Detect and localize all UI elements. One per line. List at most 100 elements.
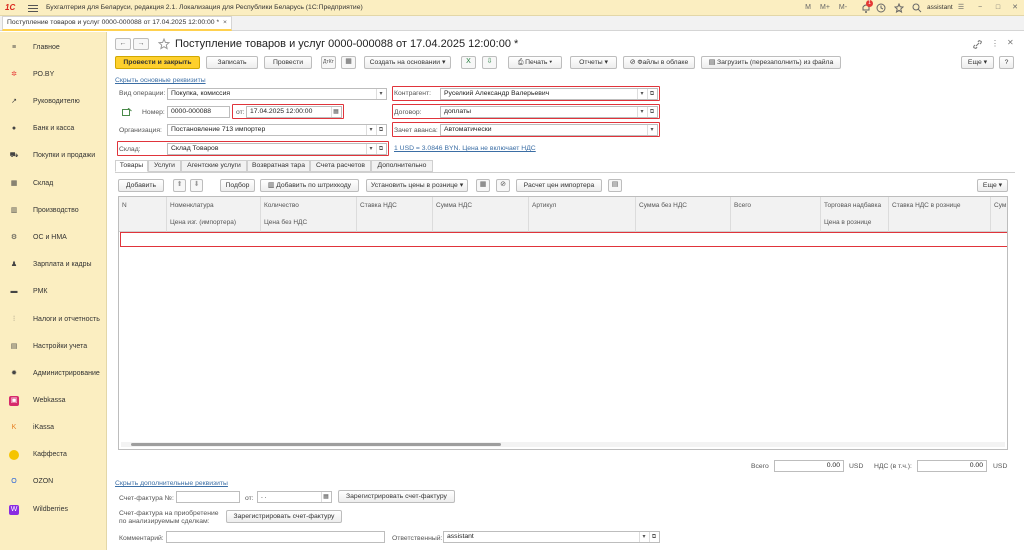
- table-settings-icon[interactable]: ▤: [608, 179, 622, 192]
- number-input[interactable]: 0000-000088: [167, 106, 230, 118]
- sidebar-item-manager[interactable]: ↗ Руководителю: [0, 95, 107, 109]
- history-icon[interactable]: [876, 3, 886, 13]
- pick-button[interactable]: Подбор: [220, 179, 255, 192]
- sidebar-item-payroll[interactable]: ♟ Зарплата и кадры: [0, 258, 107, 272]
- open-icon[interactable]: ⧉: [376, 125, 385, 135]
- calendar-icon[interactable]: ▦: [321, 492, 330, 502]
- add-row-button[interactable]: Добавить: [118, 179, 164, 192]
- post-and-close-button[interactable]: Провести и закрыть: [115, 56, 200, 69]
- set-retail-prices-button[interactable]: Установить цены в рознице ▾: [366, 179, 468, 192]
- tab-returnable-containers[interactable]: Возвратная тара: [247, 160, 310, 172]
- favorite-star-icon[interactable]: [158, 38, 170, 50]
- sidebar-item-taxes[interactable]: ⫶ Налоги и отчетность: [0, 313, 107, 327]
- column-header[interactable]: N: [119, 197, 167, 232]
- dt-kt-icon[interactable]: ДтКт: [321, 56, 336, 69]
- load-from-file-button[interactable]: ▤ Загрузить (перезаполнить) из файла: [701, 56, 841, 69]
- link-icon[interactable]: [973, 40, 982, 49]
- hide-main-details-link[interactable]: Скрыть основные реквизиты: [115, 76, 206, 85]
- close-window-button[interactable]: ✕: [1009, 2, 1021, 14]
- tab-agent-services[interactable]: Агентские услуги: [181, 160, 247, 172]
- grid-more-button[interactable]: Еще ▾: [977, 179, 1008, 192]
- open-icon[interactable]: ⧉: [649, 532, 658, 542]
- column-header[interactable]: Торговая надбавка Цена в рознице: [821, 197, 889, 232]
- more-actions-icon[interactable]: ⋮: [991, 39, 999, 48]
- register-purchase-invoice-button[interactable]: Зарегистрировать счет-фактуру: [226, 510, 342, 523]
- sidebar-item-accounting-settings[interactable]: ▤ Настройки учета: [0, 340, 107, 354]
- structure-icon[interactable]: ▦: [341, 56, 356, 69]
- memory-minus-button[interactable]: M-: [836, 2, 850, 14]
- column-header[interactable]: Ставка НДС: [357, 197, 433, 232]
- help-button[interactable]: ?: [999, 56, 1014, 69]
- goods-table[interactable]: N Номенклатура Цена изг. (импортера) Количе…: [118, 196, 1008, 450]
- post-button[interactable]: Провести: [264, 56, 312, 69]
- tab-settlement-accounts[interactable]: Счета расчетов: [310, 160, 371, 172]
- close-tab-icon[interactable]: ×: [223, 17, 227, 29]
- move-down-icon[interactable]: ⬇: [190, 179, 203, 192]
- attach-icon[interactable]: ⊘: [496, 179, 510, 192]
- column-header[interactable]: Всего: [731, 197, 821, 232]
- invoice-date-input[interactable]: . . ▦: [257, 491, 332, 503]
- column-header[interactable]: Количество Цена без НДС: [261, 197, 357, 232]
- importer-prices-button[interactable]: Расчет цен импортера: [516, 179, 602, 192]
- sidebar-item-wildberries[interactable]: W Wildberries: [0, 503, 107, 517]
- add-by-barcode-button[interactable]: ▥ Добавить по штрихкоду: [260, 179, 359, 192]
- memory-plus-button[interactable]: M+: [818, 2, 832, 14]
- horizontal-scrollbar[interactable]: [121, 442, 1005, 447]
- sidebar-item-purchases-sales[interactable]: ⛟ Покупки и продажи: [0, 149, 107, 163]
- invoice-number-input[interactable]: [176, 491, 240, 503]
- current-user[interactable]: assistant: [927, 4, 953, 11]
- register-invoice-button[interactable]: Зарегистрировать счет-фактуру: [338, 490, 455, 503]
- sidebar-item-administration[interactable]: ✹ Администрирование: [0, 367, 107, 381]
- close-form-icon[interactable]: ✕: [1007, 38, 1014, 47]
- column-header[interactable]: Ставка НДС в рознице: [889, 197, 991, 232]
- responsible-select[interactable]: assistant ▾ ⧉: [443, 531, 660, 543]
- forward-button[interactable]: →: [133, 38, 149, 50]
- back-button[interactable]: ←: [115, 38, 131, 50]
- minimize-button[interactable]: −: [974, 2, 986, 14]
- column-header[interactable]: Сумма без НДС: [636, 197, 731, 232]
- tab-services[interactable]: Услуги: [148, 160, 181, 172]
- open-document-tab[interactable]: Поступление товаров и услуг 0000-000088 …: [2, 16, 232, 31]
- print-button[interactable]: ⎙ Печать ▾: [508, 56, 562, 69]
- column-header[interactable]: Артикул: [529, 197, 636, 232]
- export-icon[interactable]: ⇩: [482, 56, 497, 69]
- column-header[interactable]: Номенклатура Цена изг. (импортера): [167, 197, 261, 232]
- column-header[interactable]: Сумма НДС: [433, 197, 529, 232]
- calculator-icon[interactable]: ▦: [476, 179, 490, 192]
- sidebar-item-main[interactable]: ≡ Главное: [0, 41, 107, 55]
- favorites-icon[interactable]: [894, 3, 904, 13]
- hide-extra-details-link[interactable]: Скрыть дополнительные реквизиты: [115, 479, 228, 488]
- sidebar-item-webkassa[interactable]: ▣ Webkassa: [0, 394, 107, 408]
- column-header[interactable]: Сум: [991, 197, 1007, 232]
- memory-button[interactable]: M: [802, 2, 814, 14]
- chevron-down-icon[interactable]: ▾: [376, 89, 385, 99]
- sidebar-item-ro-by[interactable]: ✲ РО.BY: [0, 68, 107, 82]
- create-based-on-button[interactable]: Создать на основании ▾: [364, 56, 451, 69]
- reports-button[interactable]: Отчеты ▾: [570, 56, 617, 69]
- main-menu-icon[interactable]: [28, 3, 38, 12]
- save-button[interactable]: Записать: [206, 56, 258, 69]
- currency-rate-link[interactable]: 1 USD = 3.0846 BYN. Цена не включает НДС: [394, 144, 536, 153]
- sidebar-item-fixed-assets[interactable]: ⚙ ОС и НМА: [0, 231, 107, 245]
- comment-input[interactable]: [166, 531, 385, 543]
- more-button[interactable]: Еще ▾: [961, 56, 994, 69]
- sidebar-item-pos[interactable]: ▬ РМК: [0, 285, 107, 299]
- sidebar-item-warehouse[interactable]: ▦ Склад: [0, 177, 107, 191]
- operation-type-select[interactable]: Покупка, комиссия ▾: [167, 88, 387, 100]
- sidebar-item-ozon[interactable]: O OZON: [0, 475, 107, 489]
- tab-additional[interactable]: Дополнительно: [371, 160, 433, 172]
- cloud-files-button[interactable]: ⊘ Файлы в облаке: [623, 56, 695, 69]
- settings-menu-icon[interactable]: ☰: [955, 2, 967, 14]
- sidebar-item-ikassa[interactable]: KiKassa: [0, 421, 107, 435]
- search-icon[interactable]: [912, 3, 922, 13]
- maximize-button[interactable]: □: [992, 2, 1004, 14]
- move-up-icon[interactable]: ⬆: [173, 179, 186, 192]
- excel-icon[interactable]: X: [461, 56, 476, 69]
- table-row[interactable]: [120, 232, 1007, 247]
- sidebar-item-production[interactable]: ▥ Производство: [0, 204, 107, 218]
- chevron-down-icon[interactable]: ▾: [366, 125, 375, 135]
- chevron-down-icon[interactable]: ▾: [639, 532, 648, 542]
- sidebar-item-kaffesta[interactable]: ● Каффеста: [0, 448, 107, 462]
- organization-select[interactable]: Постановление 713 импортер ▾ ⧉: [167, 124, 387, 136]
- sidebar-item-bank-cash[interactable]: ● Банк и касса: [0, 122, 107, 136]
